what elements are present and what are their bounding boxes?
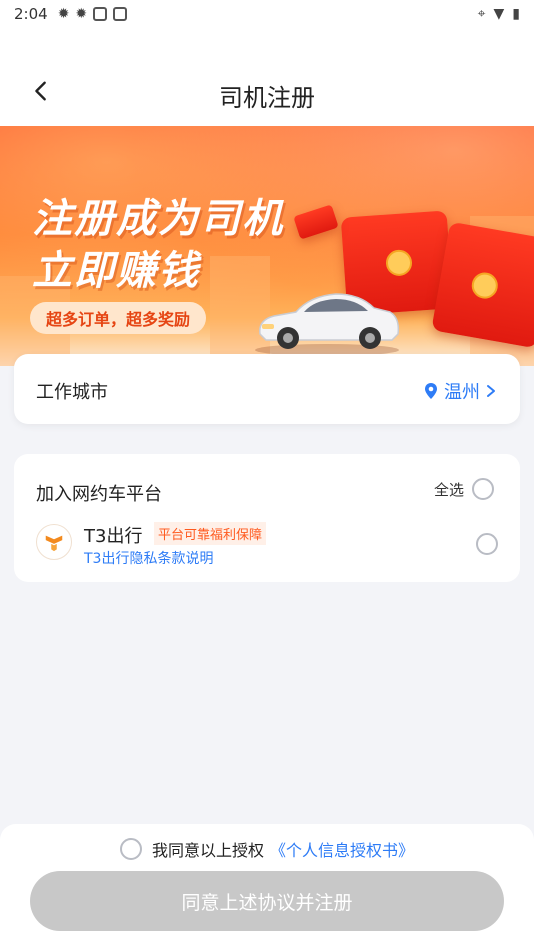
bottom-action-bar: 我同意以上授权 《个人信息授权书》 同意上述协议并注册: [0, 824, 534, 950]
map-icon: [113, 7, 128, 21]
platform-section-title: 加入网约车平台: [36, 484, 162, 505]
banner-headline-2: 立即赚钱: [32, 248, 200, 294]
select-all-checkbox[interactable]: [472, 478, 494, 500]
agreement-row: 我同意以上授权 《个人信息授权书》: [0, 837, 534, 861]
bomb-icon: ✹: [75, 6, 88, 22]
car-icon: [255, 293, 400, 356]
bomb-icon: ✹: [57, 6, 70, 22]
city-selector[interactable]: 温州: [424, 378, 496, 404]
work-city-row[interactable]: 工作城市 温州: [14, 354, 520, 424]
city-value: 温州: [444, 382, 480, 403]
status-time: 2:04: [14, 5, 48, 23]
wifi-icon: ▼: [493, 6, 505, 22]
battery-icon: ▮: [512, 6, 520, 22]
t3-logo: [36, 524, 72, 560]
coin-icon: [385, 248, 413, 277]
a-icon: [93, 7, 108, 21]
platform-tag: 平台可靠福利保障: [154, 522, 267, 545]
register-button[interactable]: 同意上述协议并注册: [30, 871, 504, 931]
agree-checkbox[interactable]: [119, 838, 142, 860]
chevron-right-icon: [487, 385, 495, 397]
location-icon: ⌖: [477, 6, 486, 22]
privacy-terms-link[interactable]: T3出行隐私条款说明: [84, 548, 213, 568]
agree-text: 我同意以上授权: [151, 841, 264, 860]
select-all-label: 全选: [433, 480, 464, 499]
status-left-icons: ✹ ✹: [57, 6, 128, 22]
promo-banner: 注册成为司机 立即赚钱 超多订单，超多奖励: [0, 126, 534, 366]
banner-headline-1: 注册成为司机: [32, 196, 284, 242]
authorization-doc-link[interactable]: 《个人信息授权书》: [270, 837, 414, 861]
banner-pill: 超多订单，超多奖励: [30, 302, 207, 334]
work-city-label: 工作城市: [36, 382, 108, 403]
t3-logo-icon: [45, 535, 63, 552]
platform-name: T3出行: [84, 526, 143, 547]
coin-icon: [469, 270, 500, 301]
location-pin-icon: [425, 383, 437, 399]
platform-card: 加入网约车平台 全选 T3出行 平台可靠福利保障 T3出行隐私条款说明: [14, 454, 520, 582]
red-envelope: [431, 221, 534, 349]
select-all-toggle[interactable]: 全选: [434, 478, 494, 500]
page-title: 司机注册: [219, 84, 315, 112]
status-right-icons: ⌖ ▼ ▮: [478, 6, 520, 22]
platform-checkbox[interactable]: [476, 533, 498, 555]
app-header: 司机注册: [0, 28, 534, 126]
status-bar: 2:04 ✹ ✹ ⌖ ▼ ▮: [0, 0, 534, 28]
